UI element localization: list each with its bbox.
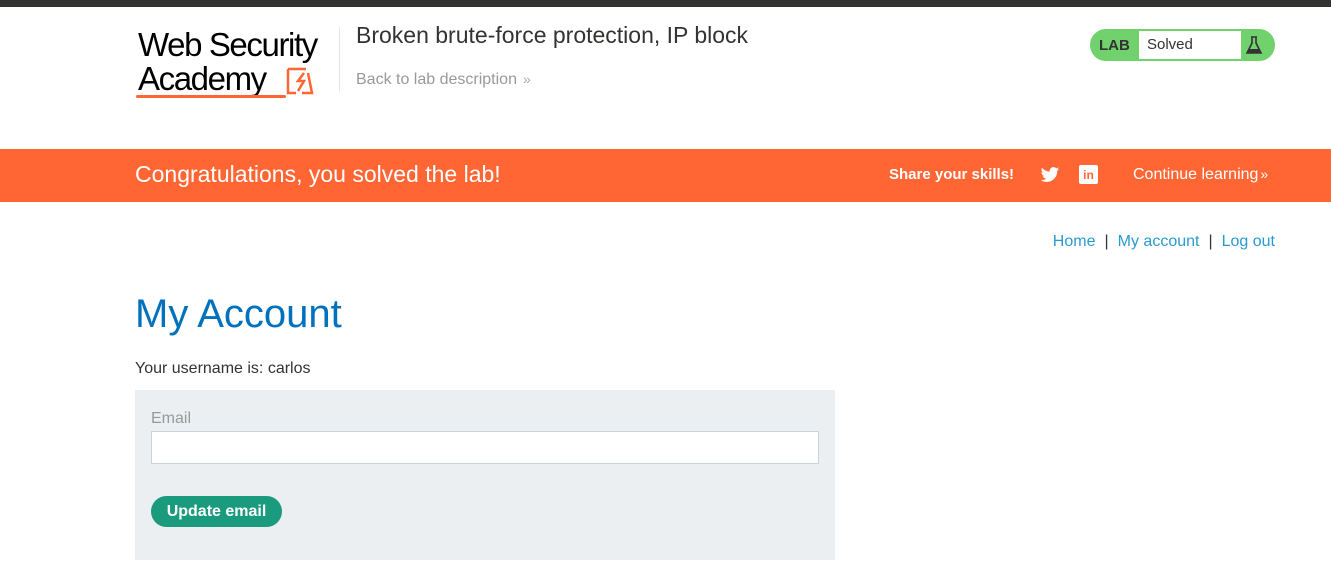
update-email-button[interactable]: Update email: [151, 496, 282, 527]
logo-underline: [136, 95, 286, 98]
solved-banner: Congratulations, you solved the lab! Sha…: [0, 149, 1331, 202]
change-email-form: Email Update email: [135, 390, 835, 560]
account-nav: Home | My account | Log out: [1053, 233, 1275, 251]
linkedin-icon[interactable]: in: [1079, 165, 1098, 184]
username-text: Your username is: carlos: [135, 360, 311, 377]
nav-separator: |: [1104, 233, 1109, 250]
continue-learning-link[interactable]: Continue learning»: [1133, 166, 1268, 184]
top-bar: [0, 0, 1331, 7]
double-chevron-right-icon: »: [522, 71, 531, 87]
email-label: Email: [151, 410, 192, 427]
lab-status-badge: LAB Solved: [1090, 29, 1275, 61]
share-skills-label: Share your skills!: [889, 166, 1015, 183]
congratulations-message: Congratulations, you solved the lab!: [135, 161, 501, 187]
header: Web Security Academy Broken brute-force …: [0, 7, 1331, 149]
twitter-icon[interactable]: [1040, 165, 1060, 185]
web-security-academy-logo[interactable]: Web Security Academy: [136, 27, 341, 107]
back-link-label: Back to lab description: [356, 71, 517, 88]
lab-status-label: LAB: [1099, 37, 1130, 54]
logo-text-line2: Academy: [138, 60, 267, 97]
my-account-link[interactable]: My account: [1118, 233, 1200, 250]
lightning-logo-icon: [286, 67, 314, 95]
page-title: My Account: [135, 292, 342, 336]
lab-title: Broken brute-force protection, IP block: [356, 22, 749, 48]
continue-learning-label: Continue learning: [1133, 166, 1259, 183]
nav-separator: |: [1208, 233, 1213, 250]
flask-icon: [1245, 36, 1263, 54]
home-link[interactable]: Home: [1053, 233, 1096, 250]
double-chevron-right-icon: »: [1260, 166, 1269, 182]
logo-text-line1: Web Security: [138, 26, 318, 63]
header-divider: [339, 27, 340, 91]
back-to-lab-description-link[interactable]: Back to lab description »: [356, 71, 531, 89]
lab-status-value: Solved: [1139, 31, 1241, 59]
email-input[interactable]: [151, 431, 819, 464]
log-out-link[interactable]: Log out: [1222, 233, 1275, 250]
